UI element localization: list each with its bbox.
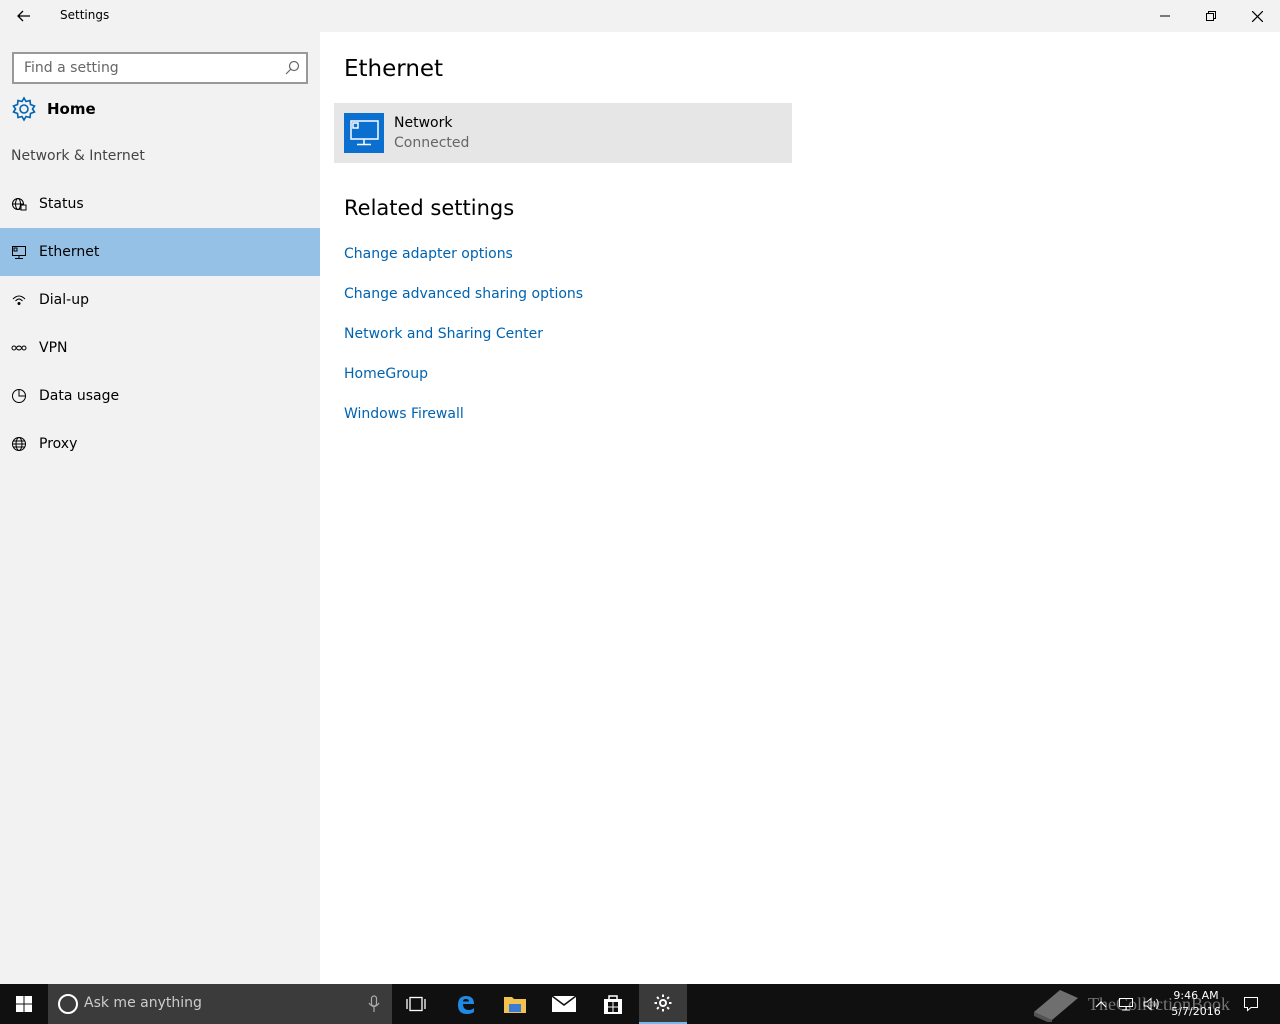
sidebar-item-vpn[interactable]: VPN (0, 324, 320, 372)
globe-status-icon (11, 196, 27, 212)
search-box[interactable] (12, 52, 308, 84)
microphone-icon[interactable] (368, 995, 380, 1013)
close-button[interactable] (1234, 0, 1280, 32)
edge-button[interactable] (442, 984, 490, 1024)
search-icon[interactable] (284, 60, 300, 76)
clock-date: 5/7/2016 (1171, 1005, 1221, 1018)
network-tray-button[interactable] (1114, 984, 1138, 1024)
sidebar-item-data-usage[interactable]: Data usage (0, 372, 320, 420)
page-title: Ethernet (344, 56, 444, 82)
network-status: Connected (394, 135, 470, 151)
taskbar: Ask me anything TheCollectionBook 9:46 A… (0, 984, 1280, 1024)
window-title: Settings (60, 8, 110, 22)
sidebar-item-label: Ethernet (39, 244, 100, 260)
mail-icon (551, 995, 577, 1012)
show-hidden-icons-button[interactable] (1090, 984, 1112, 1024)
windows-logo-icon (16, 996, 32, 1012)
book-logo-icon (1034, 990, 1078, 1022)
link-network-sharing-center[interactable]: Network and Sharing Center (344, 324, 583, 364)
sidebar-item-proxy[interactable]: Proxy (0, 420, 320, 468)
notification-icon (1244, 997, 1258, 1012)
ethernet-icon (11, 244, 27, 260)
taskbar-search-box[interactable]: Ask me anything (48, 984, 392, 1024)
nav-list: Status Ethernet Dial-up VPN Data usage P… (0, 180, 320, 468)
action-center-button[interactable] (1238, 984, 1264, 1024)
network-computer-icon (344, 113, 384, 153)
back-button[interactable] (0, 0, 48, 32)
section-label: Network & Internet (11, 148, 145, 164)
close-icon (1251, 10, 1263, 22)
volume-icon (1143, 997, 1159, 1011)
store-button[interactable] (589, 984, 637, 1024)
store-bag-icon (604, 995, 622, 1014)
network-tile[interactable]: Network Connected (334, 103, 792, 163)
network-tray-icon (1119, 998, 1133, 1011)
sidebar-item-label: Data usage (39, 388, 120, 404)
chevron-up-icon (1095, 1001, 1107, 1008)
sidebar-item-label: VPN (39, 340, 68, 356)
sidebar-item-ethernet[interactable]: Ethernet (0, 228, 320, 276)
minimize-icon (1160, 15, 1170, 17)
data-usage-icon (11, 388, 27, 404)
settings-app-button[interactable] (639, 984, 687, 1024)
link-homegroup[interactable]: HomeGroup (344, 364, 583, 404)
volume-tray-button[interactable] (1140, 984, 1164, 1024)
cortana-icon (58, 994, 78, 1014)
link-windows-firewall[interactable]: Windows Firewall (344, 404, 583, 444)
sidebar-item-label: Proxy (39, 436, 78, 452)
folder-icon (504, 997, 526, 1013)
mail-button[interactable] (540, 984, 588, 1024)
globe-icon (11, 436, 27, 452)
clock[interactable]: 9:46 AM 5/7/2016 (1170, 988, 1222, 1020)
link-change-advanced-sharing[interactable]: Change advanced sharing options (344, 284, 583, 324)
title-bar: Settings (0, 0, 1280, 32)
sidebar-item-label: Dial-up (39, 292, 89, 308)
start-button[interactable] (0, 984, 48, 1024)
link-change-adapter-options[interactable]: Change adapter options (344, 244, 583, 284)
vpn-icon (11, 340, 27, 356)
task-view-button[interactable] (392, 984, 440, 1024)
task-view-icon (406, 996, 426, 1012)
network-name: Network (394, 115, 453, 131)
taskbar-search-placeholder: Ask me anything (84, 995, 202, 1011)
sidebar: Home Network & Internet Status Ethernet … (0, 32, 320, 984)
search-input[interactable] (14, 54, 276, 82)
minimize-button[interactable] (1142, 0, 1188, 32)
restore-icon (1206, 11, 1216, 21)
main-content: Ethernet Network Connected Related setti… (320, 32, 1280, 984)
dialup-icon (11, 292, 27, 308)
sidebar-item-label: Status (39, 196, 84, 212)
sidebar-item-status[interactable]: Status (0, 180, 320, 228)
file-explorer-button[interactable] (491, 984, 539, 1024)
home-label: Home (47, 100, 96, 118)
sidebar-item-dialup[interactable]: Dial-up (0, 276, 320, 324)
settings-gear-icon (654, 994, 672, 1012)
restore-button[interactable] (1188, 0, 1234, 32)
sidebar-item-home[interactable]: Home (0, 92, 320, 126)
related-settings-title: Related settings (344, 196, 515, 220)
gear-icon (12, 96, 36, 122)
back-arrow-icon (17, 10, 30, 22)
clock-time: 9:46 AM (1173, 989, 1219, 1002)
edge-icon (458, 996, 474, 1014)
related-links: Change adapter options Change advanced s… (344, 244, 583, 444)
